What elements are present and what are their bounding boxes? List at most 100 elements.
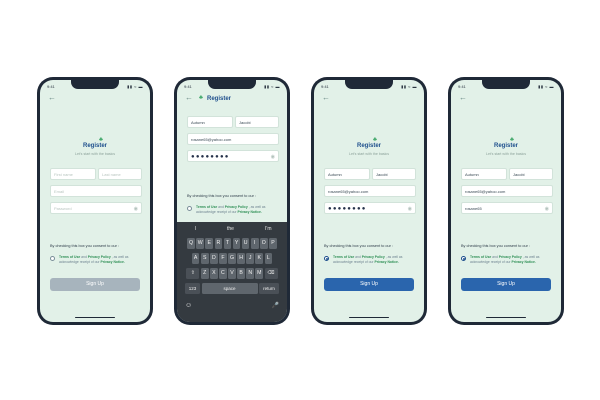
suggestion-3[interactable]: I'm [265, 226, 272, 232]
terms-of-use-link[interactable]: Terms of Use [470, 255, 491, 259]
phone-filled-masked: 9:41 ▮▮ ≈ ▬ ← ♣ Register Let's start wit… [311, 77, 427, 325]
key-e[interactable]: E [205, 238, 214, 249]
back-arrow-icon[interactable]: ← [459, 94, 467, 102]
privacy-policy-link[interactable]: Privacy Policy [88, 255, 111, 259]
keyboard-suggestions: I the I'm [177, 224, 287, 234]
last-name-input[interactable]: Jacobi [235, 116, 279, 128]
eye-icon[interactable]: ◉ [408, 203, 412, 213]
privacy-notice-link[interactable]: Privacy Notice. [100, 260, 124, 264]
sign-up-button[interactable]: Sign Up [50, 278, 140, 291]
terms-and: and [80, 255, 88, 259]
password-value: ●●●●●●●● [191, 154, 230, 160]
key-x[interactable]: X [210, 268, 218, 279]
password-input[interactable]: Password ◉ [50, 202, 142, 214]
first-name-input[interactable]: Autumn [324, 168, 370, 180]
key-y[interactable]: Y [232, 238, 241, 249]
suggestion-2[interactable]: the [227, 226, 234, 232]
privacy-policy-link[interactable]: Privacy Policy [499, 255, 522, 259]
key-f[interactable]: F [219, 253, 227, 264]
screen: 9:41 ▮▮ ≈ ▬ ← ♣ Register Autumn Jacobi r… [177, 80, 287, 322]
key-i[interactable]: I [250, 238, 259, 249]
password-input[interactable]: ●●●●●●●● ◉ [187, 150, 279, 162]
sign-up-button[interactable]: Sign Up [461, 278, 551, 291]
terms-of-use-link[interactable]: Terms of Use [59, 255, 80, 259]
keyboard-row-1: Q W E R T Y U I O P [179, 238, 285, 249]
email-input[interactable]: rosane65@yahoo.com [324, 185, 416, 197]
key-k[interactable]: K [255, 253, 264, 264]
key-s[interactable]: S [200, 253, 209, 264]
key-h[interactable]: H [237, 253, 245, 264]
password-input[interactable]: rosane65 ◉ [461, 202, 553, 214]
first-name-input[interactable]: First name [50, 168, 96, 180]
notch [482, 80, 530, 89]
space-key[interactable]: space [201, 283, 258, 294]
keyboard-row-3: ⇧ Z X C V B N M ⌫ [179, 268, 285, 279]
eye-icon[interactable]: ◉ [134, 203, 138, 213]
consent-radio[interactable] [187, 206, 192, 211]
backspace-key-icon[interactable]: ⌫ [264, 268, 278, 279]
page-title: Register [82, 143, 107, 149]
privacy-policy-link[interactable]: Privacy Policy [362, 255, 385, 259]
status-time: 9:41 [321, 84, 329, 89]
key-z[interactable]: Z [200, 268, 209, 279]
screen: 9:41 ▮▮ ≈ ▬ ← ♣ Register Let's start wit… [451, 80, 561, 322]
last-name-input[interactable]: Last name [98, 168, 142, 180]
key-n[interactable]: N [246, 268, 254, 279]
password-placeholder: Password [54, 206, 72, 211]
key-c[interactable]: C [219, 268, 227, 279]
key-g[interactable]: G [228, 253, 236, 264]
return-key[interactable]: return [259, 283, 279, 294]
key-p[interactable]: P [269, 238, 277, 249]
status-time: 9:41 [458, 84, 466, 89]
key-d[interactable]: D [210, 253, 218, 264]
privacy-notice-link[interactable]: Privacy Notice. [374, 260, 398, 264]
consent-radio[interactable] [461, 256, 466, 261]
suggestion-1[interactable]: I [195, 226, 196, 232]
emoji-icon[interactable]: ☺ [185, 302, 192, 309]
back-arrow-icon[interactable]: ← [185, 94, 193, 102]
terms-of-use-link[interactable]: Terms of Use [333, 255, 354, 259]
key-w[interactable]: W [196, 238, 204, 249]
privacy-policy-link[interactable]: Privacy Policy [225, 205, 248, 209]
email-input[interactable]: rosane65@yahoo.com [187, 133, 279, 145]
first-name-input[interactable]: Autumn [187, 116, 233, 128]
last-name-input[interactable]: Jacobi [509, 168, 553, 180]
eye-icon[interactable]: ◉ [271, 151, 275, 161]
password-input[interactable]: ●●●●●●●● ◉ [324, 202, 416, 214]
consent-text: By checking this box you consent to our … [187, 194, 257, 198]
keyboard-row-2: A S D F G H J K L [179, 253, 285, 264]
keyboard: I the I'm Q W E R T Y U I O P A S D F G … [177, 222, 287, 322]
key-j[interactable]: J [246, 253, 254, 264]
back-arrow-icon[interactable]: ← [322, 94, 330, 102]
back-arrow-icon[interactable]: ← [48, 94, 56, 102]
home-indicator [486, 316, 526, 318]
password-value: ●●●●●●●● [328, 206, 367, 212]
key-q[interactable]: Q [187, 238, 195, 249]
email-input[interactable]: Email [50, 185, 142, 197]
terms-of-use-link[interactable]: Terms of Use [196, 205, 217, 209]
privacy-notice-link[interactable]: Privacy Notice. [237, 210, 261, 214]
page-subtitle: Let's start with the basics [348, 152, 390, 156]
last-name-input[interactable]: Jacobi [372, 168, 416, 180]
email-input[interactable]: rosane65@yahoo.com [461, 185, 553, 197]
notch [345, 80, 393, 89]
key-v[interactable]: V [228, 268, 236, 279]
key-b[interactable]: B [237, 268, 245, 279]
status-icons: ▮▮ ≈ ▬ [264, 84, 280, 89]
eye-icon[interactable]: ◉ [545, 203, 549, 213]
key-l[interactable]: L [264, 253, 273, 264]
shift-key-icon[interactable]: ⇧ [186, 268, 200, 279]
consent-radio[interactable] [50, 256, 55, 261]
key-a[interactable]: A [191, 253, 200, 264]
sign-up-button[interactable]: Sign Up [324, 278, 414, 291]
first-name-input[interactable]: Autumn [461, 168, 507, 180]
key-o[interactable]: O [260, 238, 268, 249]
key-u[interactable]: U [241, 238, 250, 249]
key-t[interactable]: T [223, 238, 232, 249]
microphone-icon[interactable]: 🎤 [272, 302, 279, 309]
consent-radio[interactable] [324, 256, 329, 261]
key-m[interactable]: M [255, 268, 264, 279]
privacy-notice-link[interactable]: Privacy Notice. [511, 260, 535, 264]
key-r[interactable]: R [214, 238, 223, 249]
numbers-key[interactable]: 123 [185, 283, 200, 294]
